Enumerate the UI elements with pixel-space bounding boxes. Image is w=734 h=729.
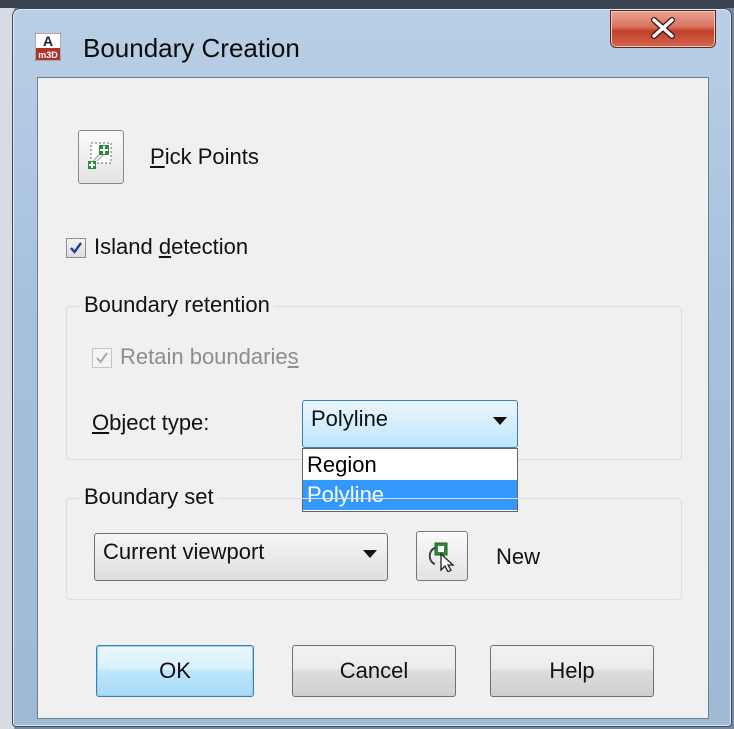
close-button[interactable] bbox=[610, 10, 716, 48]
chevron-down-icon bbox=[493, 417, 507, 425]
dialog-client-area: Pick Points Island detection Boundary re… bbox=[37, 77, 709, 719]
close-icon bbox=[651, 17, 675, 39]
island-detection-checkbox[interactable] bbox=[66, 238, 86, 258]
help-button[interactable]: Help bbox=[490, 645, 654, 697]
new-label: New bbox=[496, 544, 541, 569]
object-type-label: Object type: bbox=[92, 410, 210, 435]
pick-points-button[interactable] bbox=[78, 130, 124, 184]
retain-boundaries-label: Retain boundaries bbox=[120, 344, 299, 369]
title-bar[interactable]: A m3D Boundary Creation bbox=[13, 9, 731, 79]
boundary-creation-dialog: A m3D Boundary Creation Pick Points Isla… bbox=[12, 8, 732, 727]
svg-text:A: A bbox=[43, 33, 53, 49]
autocad-map-icon: A m3D bbox=[34, 32, 62, 62]
boundary-retention-title: Boundary retention bbox=[80, 292, 274, 318]
checkmark-icon bbox=[96, 352, 108, 364]
pick-points-icon bbox=[88, 142, 112, 169]
object-type-dropdown[interactable]: Polyline bbox=[302, 400, 518, 448]
boundary-set-value: Current viewport bbox=[103, 539, 265, 564]
boundary-set-dropdown[interactable]: Current viewport bbox=[94, 533, 388, 581]
svg-text:m3D: m3D bbox=[38, 50, 58, 60]
select-new-set-button[interactable] bbox=[416, 531, 468, 581]
chevron-down-icon bbox=[363, 550, 377, 558]
select-new-set-icon bbox=[428, 542, 455, 572]
checkmark-icon bbox=[70, 242, 82, 254]
background-top-edge bbox=[0, 0, 734, 8]
cancel-button[interactable]: Cancel bbox=[292, 645, 456, 697]
ok-button[interactable]: OK bbox=[96, 645, 254, 697]
option-region[interactable]: Region bbox=[303, 450, 517, 480]
retain-boundaries-checkbox[interactable] bbox=[92, 348, 112, 368]
window-title: Boundary Creation bbox=[83, 33, 300, 63]
object-type-value: Polyline bbox=[311, 406, 389, 431]
boundary-set-title: Boundary set bbox=[80, 484, 218, 510]
pick-points-label[interactable]: Pick Points bbox=[150, 144, 259, 170]
island-detection-label[interactable]: Island detection bbox=[94, 234, 248, 260]
